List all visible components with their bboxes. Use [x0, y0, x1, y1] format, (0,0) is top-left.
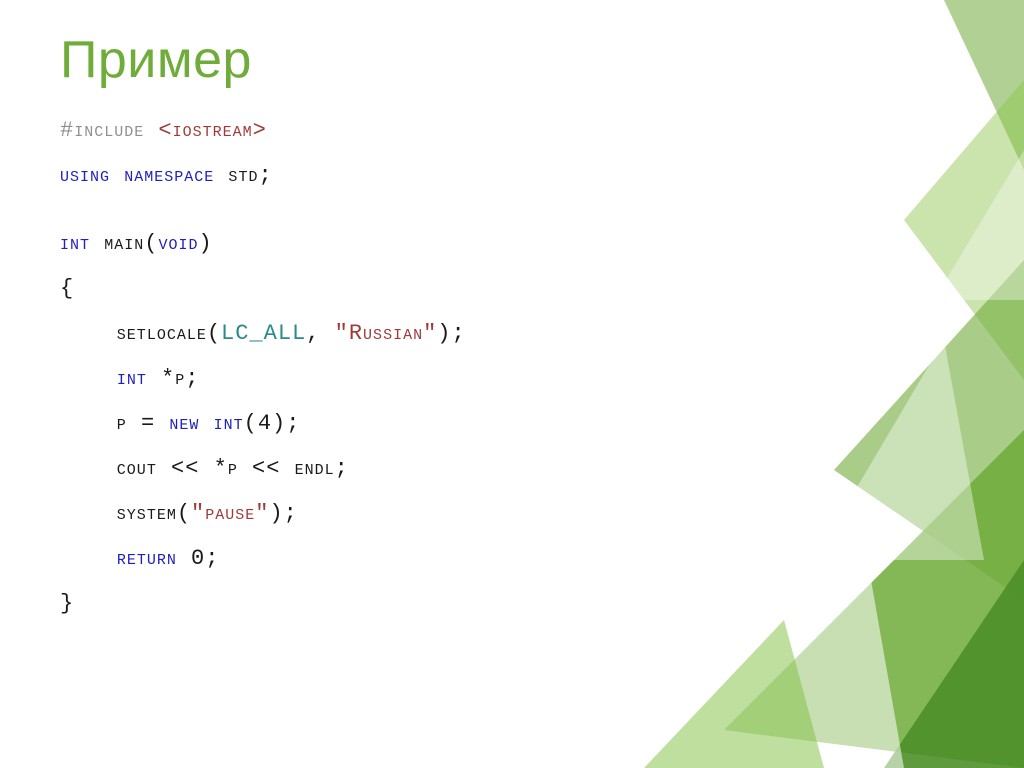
- void-kw: void: [158, 231, 198, 256]
- angle-open: <: [144, 118, 172, 143]
- brace2: }: [60, 591, 74, 616]
- code-line-intp: int *p;: [60, 368, 466, 390]
- angle-close: >: [253, 118, 267, 143]
- code-line-main: int main(void): [60, 233, 466, 255]
- return-kw: return: [117, 546, 177, 571]
- code-line-using: using namespace std;: [60, 165, 466, 187]
- paren-close: ): [198, 231, 212, 256]
- code-line-include: #include <iostream>: [60, 120, 466, 142]
- sp2: [199, 411, 213, 436]
- cout: cout << *p << endl;: [60, 456, 349, 481]
- sp: [110, 163, 124, 188]
- int-kw: int: [60, 231, 90, 256]
- four: (4);: [244, 411, 301, 436]
- decorative-shards: [604, 0, 1024, 768]
- code-line-brace-open: {: [60, 278, 466, 300]
- code-block: #include <iostream> using namespace std;…: [60, 120, 466, 638]
- int-kw3: int: [214, 411, 244, 436]
- code-line-new: p = new int(4);: [60, 413, 466, 435]
- close2: );: [269, 501, 297, 526]
- int-kw2: int: [117, 366, 147, 391]
- include-kw: include: [74, 118, 144, 143]
- main: main(: [90, 231, 158, 256]
- blank-line: [60, 210, 466, 233]
- std: std: [214, 163, 258, 188]
- system: system(: [60, 501, 191, 526]
- close: );: [437, 321, 465, 346]
- brace: {: [60, 276, 74, 301]
- zero: 0;: [177, 546, 220, 571]
- using-kw: using: [60, 163, 110, 188]
- code-line-brace-close: }: [60, 593, 466, 615]
- setlocale: setlocale(: [60, 321, 221, 346]
- code-line-system: system("pause");: [60, 503, 466, 525]
- semi: ;: [258, 163, 272, 188]
- str-pause: "pause": [191, 501, 269, 526]
- p-eq: p =: [60, 411, 169, 436]
- slide: Пример #include <iostream> using namespa…: [0, 0, 1024, 768]
- indent3: [60, 546, 117, 571]
- code-line-return: return 0;: [60, 548, 466, 570]
- iostream: iostream: [173, 118, 253, 143]
- indent: [60, 366, 117, 391]
- new-kw: new: [169, 411, 199, 436]
- str-russian: "Russian": [335, 321, 438, 346]
- lc-all: LC_ALL: [221, 321, 306, 346]
- code-line-cout: cout << *p << endl;: [60, 458, 466, 480]
- code-line-setlocale: setlocale(LC_ALL, "Russian");: [60, 323, 466, 345]
- starp: *p;: [147, 366, 200, 391]
- slide-title: Пример: [60, 30, 252, 90]
- hash: #: [60, 118, 74, 143]
- comma: ,: [306, 321, 334, 346]
- namespace-kw: namespace: [124, 163, 214, 188]
